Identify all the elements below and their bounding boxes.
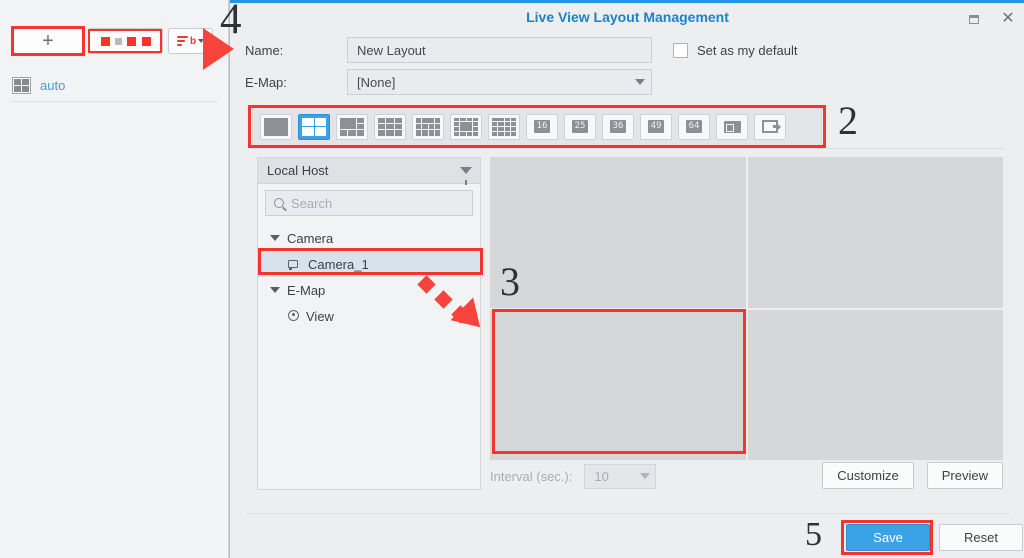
grid-featured-icon: [340, 117, 364, 136]
tree-node-camera[interactable]: Camera: [258, 225, 480, 251]
layout-option-36[interactable]: 36: [602, 113, 634, 140]
chevron-down-icon: [635, 79, 645, 85]
layout-management-dialog: Live View Layout Management ✕ Name: New …: [229, 0, 1024, 558]
footer-divider: [246, 513, 1009, 514]
layout-name-input[interactable]: New Layout: [347, 37, 652, 63]
expand-triangle-icon[interactable]: [270, 235, 280, 241]
customize-button[interactable]: Customize: [822, 462, 914, 489]
restore-window-icon[interactable]: [965, 10, 983, 28]
source-tree-header: Local Host: [258, 158, 480, 185]
window-controls: ✕: [965, 10, 1017, 28]
add-layout-button[interactable]: +: [13, 28, 83, 54]
tree-node-label: Camera_1: [308, 256, 369, 272]
save-button[interactable]: Save: [846, 524, 930, 551]
close-icon[interactable]: ✕: [999, 10, 1017, 28]
layout-bar-divider: [252, 148, 1004, 149]
interval-value: 10: [594, 468, 609, 484]
emap-selected-value: [None]: [357, 74, 396, 90]
grid-wide-icon: [416, 117, 440, 136]
sidebar-item-auto[interactable]: auto: [12, 72, 217, 98]
layout-64-label: 64: [685, 120, 703, 133]
expand-triangle-icon[interactable]: [270, 287, 280, 293]
map-pin-icon: [288, 309, 299, 323]
grid-3x3-icon: [378, 117, 402, 136]
reset-button[interactable]: Reset: [939, 524, 1023, 551]
preview-cell-4[interactable]: [747, 309, 1003, 460]
emap-select[interactable]: [None]: [347, 69, 652, 95]
layout-list-panel: + b auto: [0, 0, 229, 558]
layout-option-13-center[interactable]: [450, 113, 482, 140]
layout-option-10-wide[interactable]: [412, 113, 444, 140]
sort-layout-button[interactable]: b: [168, 28, 213, 54]
preview-button[interactable]: Preview: [926, 462, 1003, 489]
interval-label: Interval (sec.):: [490, 468, 573, 484]
grid-2x2-icon: [12, 76, 31, 94]
search-row: Search: [258, 184, 480, 221]
layout-36-label: 36: [609, 120, 627, 133]
app-root: + b auto Live View Layout Management ✕ N…: [0, 0, 1024, 558]
layout-option-25[interactable]: 25: [564, 113, 596, 140]
preview-cell-3[interactable]: [490, 309, 746, 460]
export-layout-icon: [762, 120, 778, 133]
search-icon: [274, 198, 284, 208]
layout-option-1[interactable]: [260, 113, 292, 140]
set-default-checkbox[interactable]: [673, 42, 688, 58]
grid-center-icon: [454, 117, 478, 136]
name-row: Name: New Layout Set as my default: [230, 37, 1024, 63]
layout-option-4[interactable]: [298, 113, 330, 140]
grid-2x2-icon: [302, 117, 326, 136]
chevron-down-icon: [640, 473, 651, 479]
layout-export-button[interactable]: [754, 113, 786, 140]
layout-form: Name: New Layout Set as my default E-Map…: [230, 32, 1024, 98]
search-placeholder: Search: [291, 195, 333, 211]
name-label: Name:: [245, 42, 284, 58]
layout-option-16[interactable]: 16: [526, 113, 558, 140]
source-tree-title: Local Host: [267, 163, 329, 178]
layout-option-9[interactable]: [374, 113, 406, 140]
layout-list-toolbar: + b: [0, 22, 229, 64]
set-default-label: Set as my default: [697, 42, 798, 58]
dialog-titlebar: Live View Layout Management ✕: [230, 3, 1024, 30]
interval-select[interactable]: 10: [584, 463, 657, 489]
layout-option-12[interactable]: [488, 113, 520, 140]
edit-layout-button[interactable]: [88, 28, 163, 54]
camera-layout-icon: [723, 120, 741, 133]
layout-option-64[interactable]: 64: [678, 113, 710, 140]
edit-icon: [98, 36, 154, 46]
filter-funnel-icon[interactable]: [460, 167, 472, 185]
sidebar-item-label: auto: [40, 77, 66, 93]
emap-row: E-Map: [None]: [230, 69, 1024, 95]
tree-node-label: Camera: [287, 230, 334, 246]
layout-16-label: 16: [533, 120, 551, 133]
tree-node-view[interactable]: View: [258, 303, 480, 329]
plus-icon: +: [42, 30, 54, 52]
sort-icon: b: [176, 36, 205, 47]
source-tree-body: Camera Camera_1 E-Map View: [258, 221, 480, 329]
preview-controls: Interval (sec.): 10 Customize Preview: [490, 462, 1003, 490]
grid-4x3-icon: [492, 117, 516, 136]
grid-1x1-icon: [264, 117, 288, 136]
set-default-checkbox-row[interactable]: Set as my default: [673, 42, 798, 58]
sidebar-divider: [11, 101, 218, 102]
tree-node-label: View: [306, 308, 334, 324]
layout-25-label: 25: [571, 120, 589, 133]
layout-camera-button[interactable]: [716, 113, 748, 140]
layout-49-label: 49: [647, 120, 665, 133]
layout-option-6-featured[interactable]: [336, 113, 368, 140]
layout-option-49[interactable]: 49: [640, 113, 672, 140]
preview-cell-1[interactable]: [490, 157, 746, 308]
search-input[interactable]: Search: [265, 190, 473, 216]
source-tree-panel: Local Host Search Camera Camera_1 E-Map …: [257, 157, 481, 490]
camera-icon: [288, 259, 301, 270]
tree-node-emap[interactable]: E-Map: [258, 277, 480, 303]
tree-node-label: E-Map: [287, 282, 326, 298]
tree-node-camera-1[interactable]: Camera_1: [258, 251, 480, 277]
preview-cell-2[interactable]: [747, 157, 1003, 308]
layout-type-toolbar: 16 25 36 49 64: [252, 105, 822, 148]
layout-preview-grid: [490, 157, 1003, 460]
page-title: Live View Layout Management: [526, 8, 729, 25]
emap-label: E-Map:: [245, 74, 287, 90]
